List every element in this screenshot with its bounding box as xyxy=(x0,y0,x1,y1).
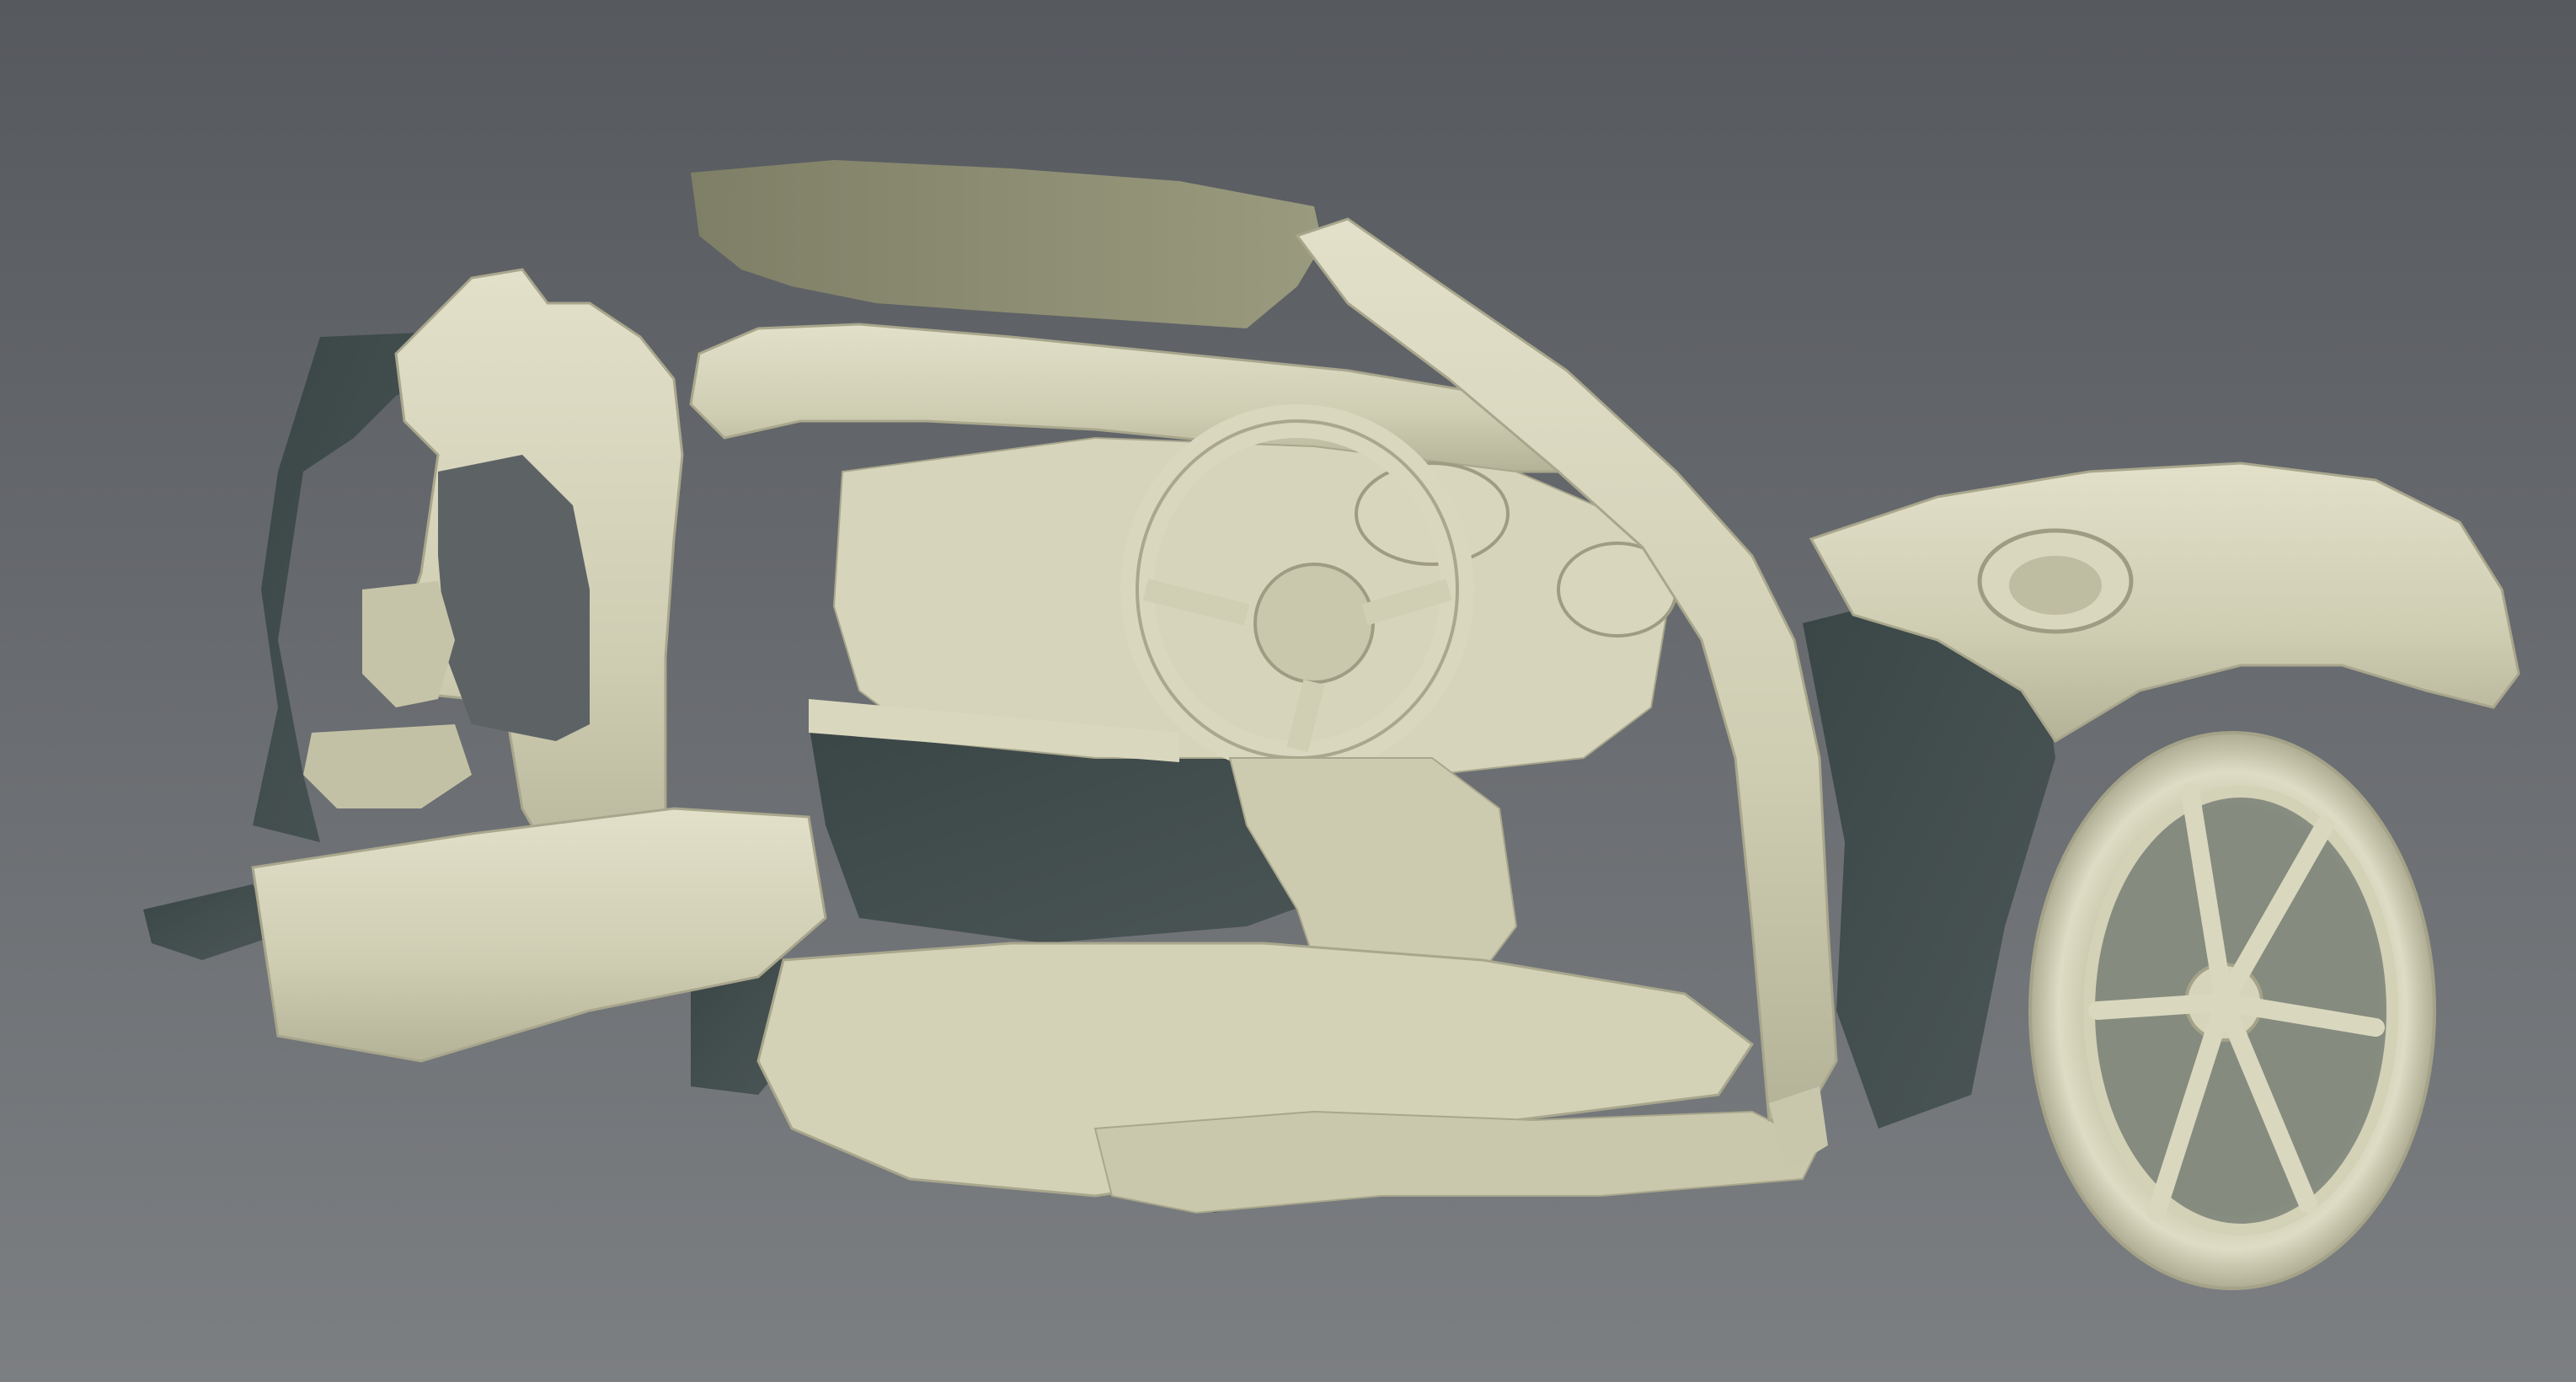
3d-viewport[interactable] xyxy=(0,0,2576,1382)
fender-lamp-inner xyxy=(2009,556,2102,615)
mesh-surfaces xyxy=(251,217,2520,1290)
front-wheel xyxy=(2028,731,2436,1290)
windshield-backface xyxy=(691,160,1323,328)
loose-panel-lower-left xyxy=(303,724,472,808)
floor-front-section xyxy=(1093,1110,1821,1214)
loose-panel-left xyxy=(362,581,455,707)
scanned-car-mesh[interactable] xyxy=(0,0,2576,1382)
